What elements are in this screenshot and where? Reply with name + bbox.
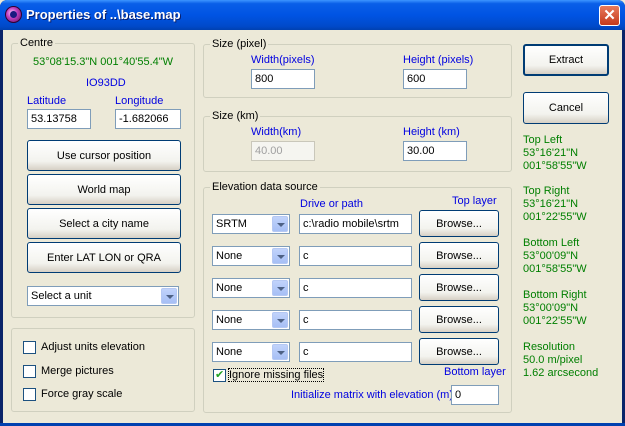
resolution-arcsecond: 1.62 arcsecond [523, 367, 599, 379]
options-group: Adjust units elevation Merge pictures Fo… [11, 328, 195, 412]
size-pixel-group-label: Size (pixel) [210, 38, 269, 50]
centre-group-label: Centre [18, 37, 56, 49]
browse-button-1[interactable]: Browse... [419, 210, 499, 237]
bottom-left-title: Bottom Left [523, 237, 580, 249]
bottom-left-lat: 53°00'09"N [523, 250, 579, 262]
ignore-missing-label[interactable]: Ignore missing files [227, 368, 325, 382]
adjust-units-label[interactable]: Adjust units elevation [41, 341, 145, 353]
chevron-down-icon[interactable] [272, 216, 288, 232]
source-select-1[interactable]: SRTM [212, 214, 290, 234]
height-pixels-input[interactable]: 600 [403, 69, 467, 89]
world-map-button[interactable]: World map [27, 174, 181, 205]
select-city-button[interactable]: Select a city name [27, 208, 181, 239]
chevron-down-icon[interactable] [272, 280, 288, 296]
chevron-down-icon[interactable] [272, 248, 288, 264]
source-select-value: None [216, 282, 243, 294]
top-left-info: Top Left 53°16'21"N 001°58'55"W [523, 134, 587, 173]
width-pixels-label: Width(pixels) [251, 54, 315, 66]
longitude-input[interactable]: -1.682066 [115, 109, 181, 129]
cancel-button[interactable]: Cancel [523, 92, 609, 124]
extract-button[interactable]: Extract [523, 44, 609, 76]
elevation-group-label: Elevation data source [210, 181, 320, 193]
top-layer-label: Top layer [452, 195, 497, 207]
source-select-3[interactable]: None [212, 278, 290, 298]
resolution-title: Resolution [523, 341, 575, 353]
size-km-group-label: Size (km) [210, 110, 261, 122]
gray-scale-checkbox[interactable] [23, 388, 36, 401]
path-input-4[interactable]: c [299, 310, 412, 330]
source-select-value: SRTM [216, 218, 247, 230]
gray-scale-label[interactable]: Force gray scale [41, 388, 122, 400]
centre-locator: IO93DD [86, 77, 126, 89]
source-select-value: None [216, 346, 243, 358]
longitude-label: Longitude [115, 95, 164, 107]
path-input-2[interactable]: c [299, 246, 412, 266]
use-cursor-position-button[interactable]: Use cursor position [27, 140, 181, 171]
chevron-down-icon[interactable] [272, 312, 288, 328]
latitude-input[interactable]: 53.13758 [27, 109, 91, 129]
init-matrix-input[interactable]: 0 [451, 385, 499, 405]
source-select-value: None [216, 314, 243, 326]
merge-pictures-checkbox[interactable] [23, 365, 36, 378]
ignore-missing-checkbox[interactable] [213, 368, 226, 382]
source-select-value: None [216, 250, 243, 262]
enter-lat-lon-button[interactable]: Enter LAT LON or QRA [27, 242, 181, 273]
source-select-4[interactable]: None [212, 310, 290, 330]
browse-button-3[interactable]: Browse... [419, 274, 499, 301]
centre-coords: 53°08'15.3"N 001°40'55.4"W [33, 56, 174, 68]
top-right-title: Top Right [523, 185, 570, 197]
path-input-3[interactable]: c [299, 278, 412, 298]
resolution-info: Resolution 50.0 m/pixel 1.62 arcsecond [523, 341, 598, 380]
merge-pictures-label[interactable]: Merge pictures [41, 365, 114, 377]
chevron-down-icon[interactable] [161, 288, 177, 304]
height-km-input[interactable]: 30.00 [403, 141, 467, 161]
window-title: Properties of ..\base.map [26, 7, 181, 22]
size-km-group: Size (km) Width(km) Height (km) 40.00 30… [203, 110, 512, 172]
unit-select-value: Select a unit [31, 290, 92, 302]
height-pixels-label: Height (pixels) [403, 54, 474, 66]
top-left-title: Top Left [523, 134, 563, 146]
resolution-meters: 50.0 m/pixel [523, 354, 583, 366]
height-km-label: Height (km) [403, 126, 460, 138]
width-km-label: Width(km) [251, 126, 302, 138]
init-matrix-label: Initialize matrix with elevation (m) [291, 389, 453, 401]
chevron-down-icon[interactable] [272, 344, 288, 360]
path-input-5[interactable]: c [299, 342, 412, 362]
unit-select[interactable]: Select a unit [27, 286, 179, 306]
top-right-lat: 53°16'21"N [523, 198, 579, 210]
dialog-window: Properties of ..\base.map ✕ Centre 53°08… [0, 0, 625, 426]
bottom-right-lon: 001°22'55"W [523, 315, 587, 327]
elevation-group: Elevation data source Drive or path Top … [203, 181, 512, 413]
top-right-info: Top Right 53°16'21"N 001°22'55"W [523, 185, 587, 224]
latitude-label: Latitude [27, 95, 67, 107]
source-select-2[interactable]: None [212, 246, 290, 266]
drive-path-label: Drive or path [300, 198, 363, 210]
adjust-units-checkbox[interactable] [23, 341, 36, 354]
browse-button-5[interactable]: Browse... [419, 338, 499, 365]
width-km-input: 40.00 [251, 141, 315, 161]
browse-button-4[interactable]: Browse... [419, 306, 499, 333]
title-bar[interactable]: Properties of ..\base.map ✕ [0, 0, 625, 30]
top-left-lat: 53°16'21"N [523, 147, 579, 159]
bottom-left-info: Bottom Left 53°00'09"N 001°58'55"W [523, 237, 587, 276]
bottom-left-lon: 001°58'55"W [523, 263, 587, 275]
top-left-lon: 001°58'55"W [523, 160, 587, 172]
path-input-1[interactable]: c:\radio mobile\srtm [299, 214, 412, 234]
bottom-right-lat: 53°00'09"N [523, 302, 579, 314]
bottom-layer-label: Bottom layer [444, 366, 506, 378]
width-pixels-input[interactable]: 800 [251, 69, 315, 89]
source-select-5[interactable]: None [212, 342, 290, 362]
dialog-body: Centre 53°08'15.3"N 001°40'55.4"W IO93DD… [3, 30, 622, 423]
top-right-lon: 001°22'55"W [523, 211, 587, 223]
bottom-right-title: Bottom Right [523, 289, 587, 301]
size-pixel-group: Size (pixel) Width(pixels) Height (pixel… [203, 38, 512, 98]
app-icon [5, 6, 22, 23]
centre-group: Centre 53°08'15.3"N 001°40'55.4"W IO93DD… [11, 37, 195, 318]
browse-button-2[interactable]: Browse... [419, 242, 499, 269]
bottom-right-info: Bottom Right 53°00'09"N 001°22'55"W [523, 289, 587, 328]
close-icon[interactable]: ✕ [599, 5, 620, 26]
